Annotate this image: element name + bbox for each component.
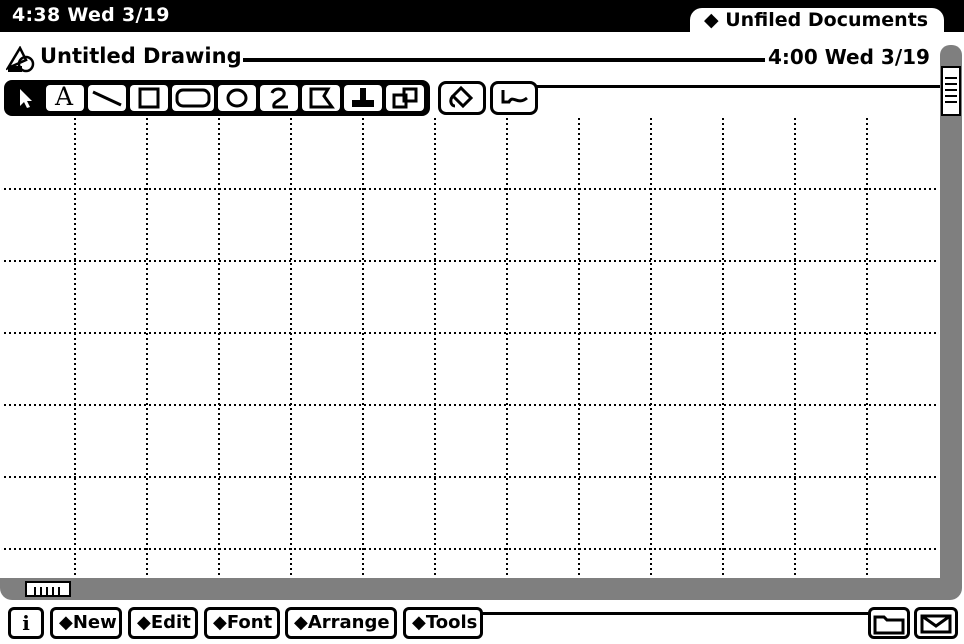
- button-bar-divider: [483, 612, 868, 615]
- select-arrow-tool[interactable]: [8, 85, 42, 111]
- drawing-grid[interactable]: [4, 118, 938, 578]
- horizontal-scroll-thumb[interactable]: [25, 581, 71, 597]
- title-divider: [243, 58, 765, 62]
- edit-button[interactable]: ◆Edit: [128, 607, 198, 639]
- clock[interactable]: 4:38 Wed 3/19: [12, 4, 170, 26]
- freehand-tool[interactable]: [260, 85, 298, 111]
- folder-tab-label: ◆ Unfiled Documents: [704, 9, 929, 31]
- routing-button[interactable]: [914, 607, 958, 639]
- oval-icon: [226, 88, 248, 108]
- new-button[interactable]: ◆New: [50, 607, 122, 639]
- fill-tool[interactable]: [438, 81, 486, 115]
- envelope-icon: [920, 614, 952, 634]
- stamp-tool[interactable]: [344, 85, 382, 111]
- font-button[interactable]: ◆Font: [204, 607, 280, 639]
- folder-button[interactable]: [868, 607, 910, 639]
- rounded-rectangle-tool[interactable]: [172, 85, 214, 111]
- toolbar-divider: [536, 85, 940, 88]
- arrow-icon: [20, 89, 32, 108]
- folder-icon: [873, 615, 905, 635]
- fill-bucket-icon: [449, 85, 474, 109]
- document-timestamp: 4:00 Wed 3/19: [768, 45, 930, 69]
- grip-icon: [945, 77, 957, 103]
- pen-style-tool[interactable]: [490, 81, 538, 115]
- line-tool[interactable]: [88, 85, 126, 111]
- drawing-document-icon[interactable]: [6, 46, 36, 74]
- vertical-scroll-thumb[interactable]: [941, 66, 961, 116]
- rounded-rectangle-icon: [175, 88, 211, 108]
- horizontal-scrollbar[interactable]: [0, 578, 962, 600]
- vertical-scrollbar[interactable]: [940, 45, 962, 578]
- freehand-icon: [270, 87, 288, 109]
- text-tool[interactable]: A: [46, 82, 84, 111]
- shapes-icon: [392, 87, 418, 109]
- polygon-icon: [309, 87, 335, 109]
- pen-style-icon: [501, 90, 528, 104]
- text-tool-glyph: A: [55, 82, 74, 111]
- arrange-button[interactable]: ◆Arrange: [285, 607, 397, 639]
- document-title[interactable]: Untitled Drawing: [40, 44, 242, 68]
- rectangle-icon: [138, 87, 160, 109]
- grip-icon: [34, 587, 60, 597]
- drawing-toolbar: A: [4, 80, 430, 116]
- tools-button[interactable]: ◆Tools: [403, 607, 483, 639]
- info-button[interactable]: i: [8, 607, 44, 639]
- stamp-icon: [352, 88, 374, 107]
- rectangle-tool[interactable]: [130, 85, 168, 111]
- polygon-tool[interactable]: [302, 85, 340, 111]
- line-icon: [92, 90, 122, 107]
- oval-tool[interactable]: [218, 85, 256, 111]
- folder-tab[interactable]: ◆ Unfiled Documents: [690, 8, 944, 34]
- shapes-tool[interactable]: [386, 85, 424, 111]
